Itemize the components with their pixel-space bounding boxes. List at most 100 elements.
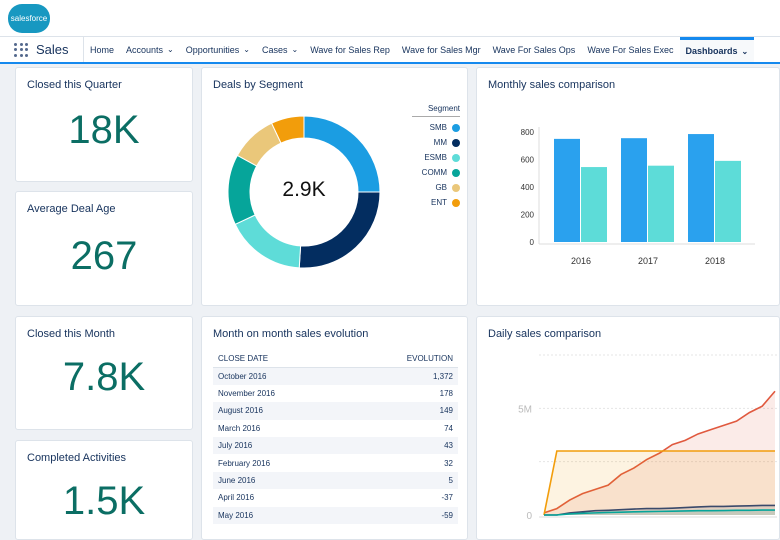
tab-wave-for-sales-ops[interactable]: Wave For Sales Ops <box>487 37 582 62</box>
tab-opportunities[interactable]: Opportunities ⌄ <box>180 37 256 62</box>
legend-swatch <box>452 168 460 177</box>
chevron-down-icon[interactable]: ⌄ <box>167 45 174 54</box>
tab-label: Dashboards <box>685 46 738 56</box>
tab-home[interactable]: Home <box>84 37 120 62</box>
legend-swatch <box>452 183 460 192</box>
kpi-closed-month: Closed this Month 7.8K <box>15 316 193 430</box>
tab-dashboards[interactable]: Dashboards ⌄ <box>679 37 755 62</box>
legend-swatch <box>452 123 460 132</box>
close-date-cell: November 2016 <box>218 388 275 398</box>
kpi-value: 7.8K <box>62 355 146 399</box>
y-tick-label: 800 <box>521 128 535 137</box>
tab-accounts[interactable]: Accounts ⌄ <box>120 37 180 62</box>
legend-title: Segment <box>412 104 460 117</box>
daily-sales-card: Daily sales comparison 0 5M <box>476 316 780 540</box>
legend-label: ENT <box>431 198 447 207</box>
bar-2018-series-2[interactable] <box>715 160 741 242</box>
app-launcher[interactable]: Sales <box>0 37 84 62</box>
bar-2016-series-2[interactable] <box>581 167 607 242</box>
legend-item[interactable]: SMB <box>412 120 460 135</box>
legend-item[interactable]: MM <box>412 135 460 150</box>
tab-label: Opportunities <box>185 44 240 55</box>
kpi-completed-activities: Completed Activities 1.5K <box>15 440 193 540</box>
y-tick-label: 600 <box>521 156 535 165</box>
tab-wave-for-sales-mgr[interactable]: Wave for Sales Mgr <box>396 37 487 62</box>
close-date-cell: August 2016 <box>213 402 347 420</box>
evolution-cell: 32 <box>444 458 453 468</box>
bar-2017-series-2[interactable] <box>648 165 674 242</box>
table-row[interactable]: March 2016 74 <box>213 420 458 437</box>
bar-2016-series-1[interactable] <box>554 138 580 242</box>
legend-item[interactable]: ESMB <box>412 150 460 165</box>
table-row[interactable]: July 2016 43 <box>213 436 458 455</box>
close-date-cell: May 2016 <box>213 506 347 524</box>
table-row[interactable]: October 2016 1,372 <box>213 367 458 385</box>
chevron-down-icon[interactable]: ⌄ <box>243 45 250 54</box>
y-tick-label: 0 <box>526 511 532 522</box>
tab-wave-for-sales-exec[interactable]: Wave For Sales Exec <box>581 37 679 62</box>
nav-tabs: Home Accounts ⌄ Opportunities ⌄ Cases ⌄ Wave fo… <box>84 37 780 62</box>
chevron-down-icon[interactable]: ⌄ <box>742 47 749 56</box>
close-date-cell: June 2016 <box>213 471 347 490</box>
table-row[interactable]: May 2016 -59 <box>213 506 458 524</box>
evolution-table: CLOSE DATE EVOLUTION October 2016 1,372 Nov… <box>213 350 458 524</box>
legend-swatch <box>452 138 460 147</box>
tab-label: Wave For Sales Exec <box>587 44 674 55</box>
tab-label: Wave For Sales Ops <box>492 44 576 55</box>
legend-item[interactable]: GB <box>412 180 460 195</box>
y-tick-label: 400 <box>521 183 535 192</box>
donut-legend: Segment SMB MM ESMB COMM GB ENT <box>412 104 460 210</box>
legend-swatch <box>452 198 460 207</box>
tab-label: Wave for Sales Rep <box>310 44 390 55</box>
legend-label: COMM <box>421 168 447 177</box>
evolution-cell: 5 <box>346 471 458 490</box>
x-tick-label: 2018 <box>705 256 725 266</box>
evolution-cell: 1,372 <box>346 367 458 385</box>
x-tick-label: 2016 <box>571 256 591 266</box>
y-tick-label: 200 <box>521 211 535 220</box>
kpi-value: 18K <box>68 108 140 152</box>
card-title: Month on month sales evolution <box>213 328 369 340</box>
salesforce-logo[interactable]: salesforce <box>8 4 50 33</box>
table-row[interactable]: June 2016 5 <box>213 471 458 490</box>
table-row[interactable]: November 2016 178 <box>213 385 458 402</box>
evolution-cell: 178 <box>439 388 453 398</box>
x-tick-label: 2017 <box>638 256 658 266</box>
donut-slice-esmb[interactable] <box>234 214 302 269</box>
kpi-value: 267 <box>70 234 138 278</box>
evolution-cell: -37 <box>441 493 453 503</box>
monthly-sales-card: Monthly sales comparison 0 200 400 600 800 20… <box>476 67 780 306</box>
app-launcher-icon[interactable] <box>14 42 28 57</box>
donut-center-value: 2.9K <box>282 178 326 201</box>
legend-label: ESMB <box>424 153 447 162</box>
donut-slice-comm[interactable] <box>227 154 258 226</box>
tab-label: Wave for Sales Mgr <box>401 44 481 55</box>
area-chart: 0 5M <box>518 354 777 522</box>
bar-2018-series-1[interactable] <box>688 134 714 242</box>
table-row[interactable]: April 2016 -37 <box>213 489 458 506</box>
evolution-cell: -59 <box>346 506 458 524</box>
bar-chart: 0 200 400 600 800 2016 2017 2018 <box>521 127 755 266</box>
bar-2017-series-1[interactable] <box>621 138 647 242</box>
tab-wave-for-sales-rep[interactable]: Wave for Sales Rep <box>304 37 396 62</box>
kpi-deal-age: Average Deal Age 267 <box>15 191 193 306</box>
table-row[interactable]: February 2016 32 <box>213 454 458 471</box>
col-header-evolution[interactable]: EVOLUTION <box>346 350 458 368</box>
evolution-cell: 74 <box>444 423 453 433</box>
evolution-cell: 43 <box>346 436 458 455</box>
app-name: Sales <box>36 42 69 57</box>
legend-item[interactable]: COMM <box>412 165 460 180</box>
kpi-title: Completed Activities <box>27 452 127 464</box>
donut-slice-mm[interactable] <box>298 191 381 269</box>
table-row[interactable]: August 2016 149 <box>213 402 458 420</box>
logo-text: salesforce <box>10 14 48 23</box>
tab-cases[interactable]: Cases ⌄ <box>256 37 304 62</box>
col-header-close-date[interactable]: CLOSE DATE <box>213 350 347 368</box>
legend-label: MM <box>433 138 447 147</box>
nav-bar: Sales Home Accounts ⌄ Opportunities ⌄ Cases ⌄ W… <box>0 36 780 64</box>
chevron-down-icon[interactable]: ⌄ <box>292 45 299 54</box>
legend-item[interactable]: ENT <box>412 195 460 210</box>
tab-label: Accounts <box>126 44 164 55</box>
y-tick-label: 0 <box>530 238 535 247</box>
legend-label: GB <box>435 183 447 192</box>
